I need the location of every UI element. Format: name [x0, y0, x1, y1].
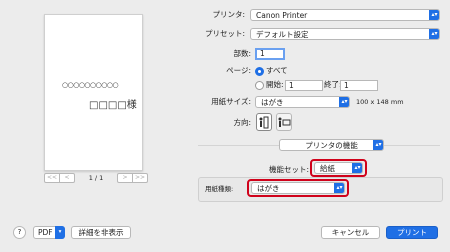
last-page-button[interactable]: >> [132, 173, 148, 183]
previous-page-button[interactable]: < [59, 173, 75, 183]
page-indicator: 1 / 1 [88, 174, 104, 182]
chevron-updown-icon: ▴▾ [352, 163, 362, 173]
preset-label: プリセット: [204, 29, 245, 38]
chevron-updown-icon: ▴▾ [334, 183, 344, 193]
chevron-updown-icon: ▴▾ [429, 10, 439, 20]
preview-address-circles: ○○○○○○○○○○ [62, 81, 119, 89]
preset-select[interactable]: デフォルト設定 ▴▾ [250, 28, 440, 40]
first-page-button[interactable]: << [44, 173, 60, 183]
printer-label: プリンタ: [212, 10, 245, 19]
next-page-button[interactable]: > [117, 173, 133, 183]
pages-label: ページ: [226, 66, 251, 75]
copies-input[interactable]: 1 [255, 48, 285, 60]
section-select[interactable]: プリンタの機能 ▴▾ [279, 139, 384, 151]
pdf-label: PDF [38, 228, 53, 237]
printer-select[interactable]: Canon Printer ▴▾ [250, 9, 440, 21]
feature-set-label: 機能セット: [268, 165, 309, 174]
portrait-person-icon [259, 116, 269, 129]
pages-all-radio[interactable] [255, 67, 264, 76]
pdf-menu-button[interactable]: PDF ▾ [33, 226, 65, 239]
radio-dot [258, 69, 261, 73]
chevron-updown-icon: ▴▾ [429, 29, 439, 39]
paper-size-label: 用紙サイズ: [211, 97, 251, 106]
copies-label: 部数: [233, 49, 251, 58]
help-button[interactable]: ? [13, 226, 26, 239]
section-value: プリンタの機能 [305, 141, 358, 150]
pages-all-label: すべて [266, 66, 288, 75]
print-button[interactable]: プリント [386, 226, 438, 239]
printer-value: Canon Printer [256, 11, 308, 20]
chevron-updown-icon: ▴▾ [339, 97, 349, 107]
pages-end-input[interactable]: 1 [340, 80, 378, 91]
media-type-value: はがき [257, 184, 280, 193]
portrait-orientation-button[interactable] [256, 113, 272, 131]
feature-set-value: 給紙 [320, 164, 335, 173]
page-preview: ○○○○○○○○○○ □□□□様 [44, 14, 143, 171]
landscape-person-icon [278, 117, 291, 127]
chevron-down-icon: ▾ [55, 226, 65, 239]
landscape-orientation-button[interactable] [276, 113, 292, 131]
hide-details-button[interactable]: 詳細を非表示 [71, 226, 131, 239]
pages-range-radio[interactable] [255, 81, 264, 90]
paper-size-value: はがき [261, 98, 284, 107]
orientation-label: 方向: [233, 118, 251, 127]
paper-dimensions: 100 x 148 mm [356, 98, 404, 106]
cancel-button[interactable]: キャンセル [321, 226, 380, 239]
media-type-select[interactable]: はがき ▴▾ [251, 182, 345, 194]
feature-set-select[interactable]: 給紙 ▴▾ [314, 162, 363, 174]
pages-end-label: 終了: [324, 80, 342, 89]
preview-recipient-name: □□□□様 [89, 100, 137, 111]
chevron-updown-icon: ▴▾ [373, 140, 383, 150]
paper-size-select[interactable]: はがき ▴▾ [255, 96, 350, 108]
pages-start-label: 開始: [266, 80, 284, 89]
media-type-label: 用紙種類: [205, 185, 234, 193]
pages-start-input[interactable]: 1 [285, 80, 323, 91]
preset-value: デフォルト設定 [256, 30, 309, 39]
